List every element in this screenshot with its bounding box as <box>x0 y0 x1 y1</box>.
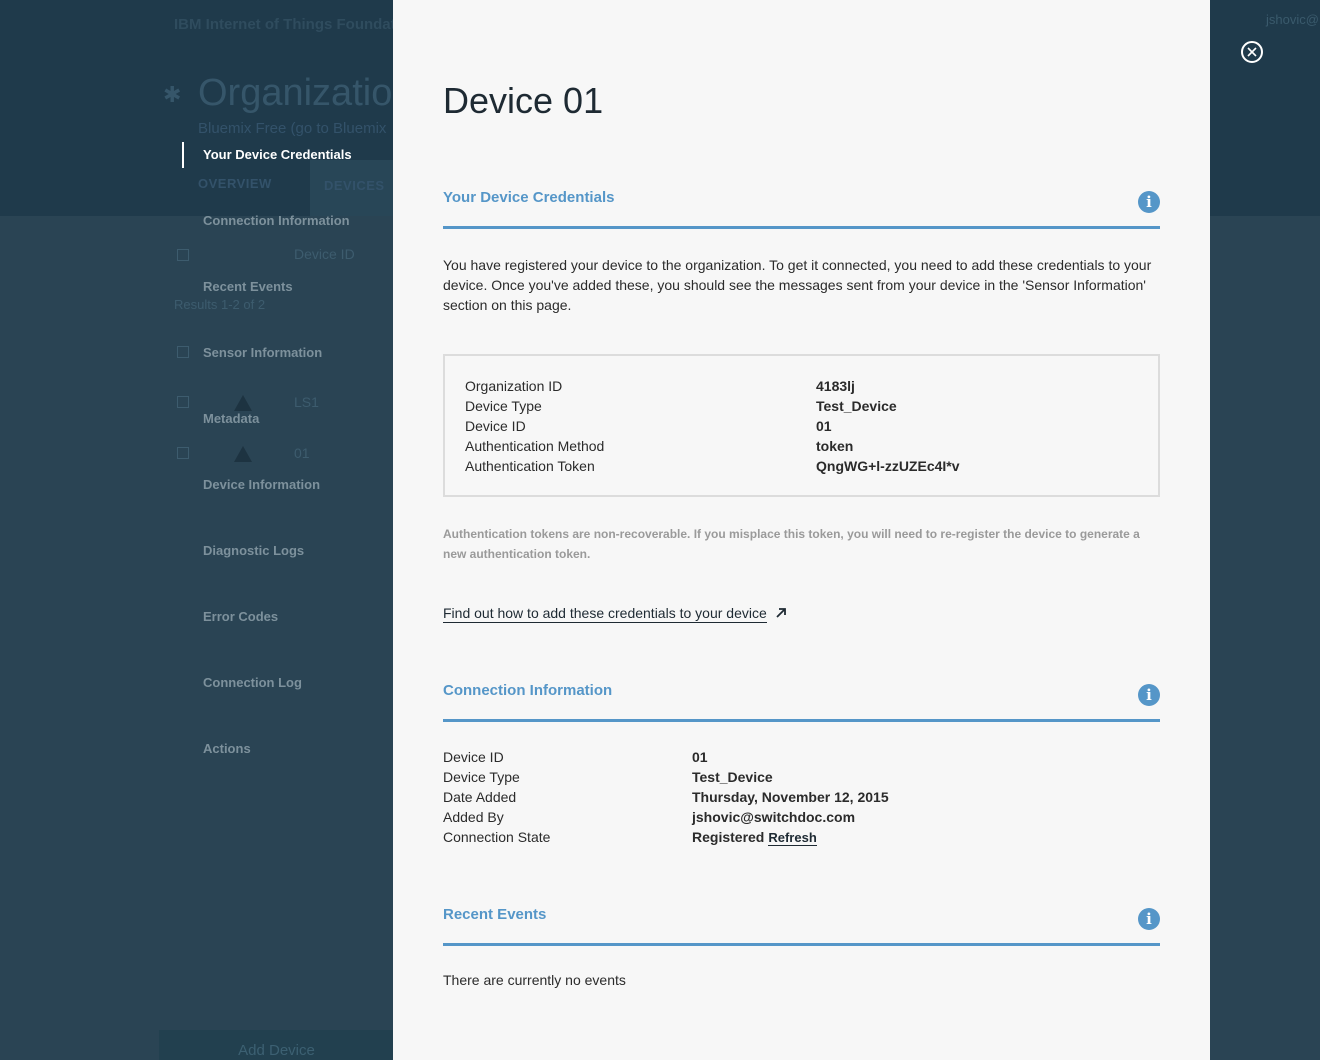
connection-label: Device Type <box>443 769 520 785</box>
table-row-device-id: 01 <box>294 445 310 461</box>
credential-label: Device Type <box>465 398 542 414</box>
info-icon[interactable]: i <box>1138 684 1160 706</box>
credential-label: Device ID <box>465 418 526 434</box>
page-title: Device 01 <box>443 80 604 121</box>
events-section-header: Recent Events i <box>443 906 1160 946</box>
results-count: Results 1-2 of 2 <box>174 297 266 312</box>
info-icon[interactable]: i <box>1138 191 1160 213</box>
connection-value: Test_Device <box>692 769 773 785</box>
active-indicator <box>182 142 184 168</box>
token-warning-note: Authentication tokens are non-recoverabl… <box>443 527 1140 561</box>
nav-item-error-codes[interactable]: Error Codes <box>203 609 278 624</box>
credentials-section-header: Your Device Credentials i <box>443 189 1160 229</box>
connection-heading: Connection Information <box>443 682 613 699</box>
tab-devices[interactable]: DEVICES <box>310 160 394 216</box>
nav-item-credentials[interactable]: Your Device Credentials <box>203 147 352 162</box>
add-credentials-help-link[interactable]: Find out how to add these credentials to… <box>443 604 767 623</box>
connection-section-header: Connection Information i <box>443 682 1160 722</box>
credentials-heading: Your Device Credentials <box>443 189 615 206</box>
warning-icon <box>234 395 252 411</box>
connection-value: 01 <box>692 749 708 765</box>
row-checkbox[interactable] <box>177 396 189 408</box>
credential-value: Test_Device <box>816 398 897 414</box>
no-events-text: There are currently no events <box>443 972 626 988</box>
nav-item-metadata[interactable]: Metadata <box>203 411 259 426</box>
table-row-device-id: LS1 <box>294 394 319 410</box>
select-all-checkbox[interactable] <box>177 249 189 261</box>
nav-item-recent-events[interactable]: Recent Events <box>203 279 293 294</box>
nav-item-diagnostic-logs[interactable]: Diagnostic Logs <box>203 543 304 558</box>
row-checkbox[interactable] <box>177 447 189 459</box>
connection-label: Added By <box>443 809 504 825</box>
refresh-link[interactable]: Refresh <box>768 830 817 846</box>
chip-icon: ✱ <box>163 82 182 107</box>
credential-label: Authentication Token <box>465 458 595 474</box>
external-link-icon[interactable] <box>775 607 787 619</box>
organization-heading: Organization <box>198 72 414 114</box>
tab-overview[interactable]: OVERVIEW <box>198 176 272 191</box>
credential-label: Authentication Method <box>465 438 605 454</box>
connection-state-row: Registered Refresh <box>692 827 817 848</box>
connection-value: Thursday, November 12, 2015 <box>692 789 889 805</box>
credential-value: 01 <box>816 418 832 434</box>
info-icon[interactable]: i <box>1138 908 1160 930</box>
auth-token-value[interactable]: QngWG+l-zzUZEc4I*v <box>816 456 960 476</box>
credential-value: 4183lj <box>816 378 855 394</box>
nav-item-connection-log[interactable]: Connection Log <box>203 675 302 690</box>
row-checkbox[interactable] <box>177 346 189 358</box>
add-device-button[interactable]: Add Device <box>159 1030 394 1060</box>
nav-item-connection[interactable]: Connection Information <box>203 213 350 228</box>
close-icon <box>1247 47 1257 57</box>
events-heading: Recent Events <box>443 906 547 923</box>
column-device-id[interactable]: Device ID <box>294 246 355 262</box>
user-menu[interactable]: jshovic@ <box>1266 12 1319 27</box>
connection-label: Device ID <box>443 749 504 765</box>
credential-label: Organization ID <box>465 378 563 394</box>
plan-text[interactable]: Bluemix Free (go to Bluemix <box>198 120 386 137</box>
nav-item-actions[interactable]: Actions <box>203 741 251 756</box>
close-button[interactable] <box>1241 41 1263 63</box>
connection-label: Date Added <box>443 789 517 805</box>
nav-item-sensor[interactable]: Sensor Information <box>203 345 322 360</box>
connection-state-value: Registered <box>692 829 765 845</box>
credentials-intro: You have registered your device to the o… <box>443 257 1152 313</box>
credential-value: token <box>816 438 854 454</box>
app-title: IBM Internet of Things Foundat <box>174 16 396 33</box>
credentials-box: Organization ID 4183lj Device Type Test_… <box>443 354 1160 497</box>
warning-icon <box>234 446 252 462</box>
device-detail-panel: Device 01 Your Device Credentials i You … <box>393 0 1210 1060</box>
connection-value: jshovic@switchdoc.com <box>692 809 856 825</box>
nav-item-device-info[interactable]: Device Information <box>203 477 320 492</box>
connection-label: Connection State <box>443 829 551 845</box>
